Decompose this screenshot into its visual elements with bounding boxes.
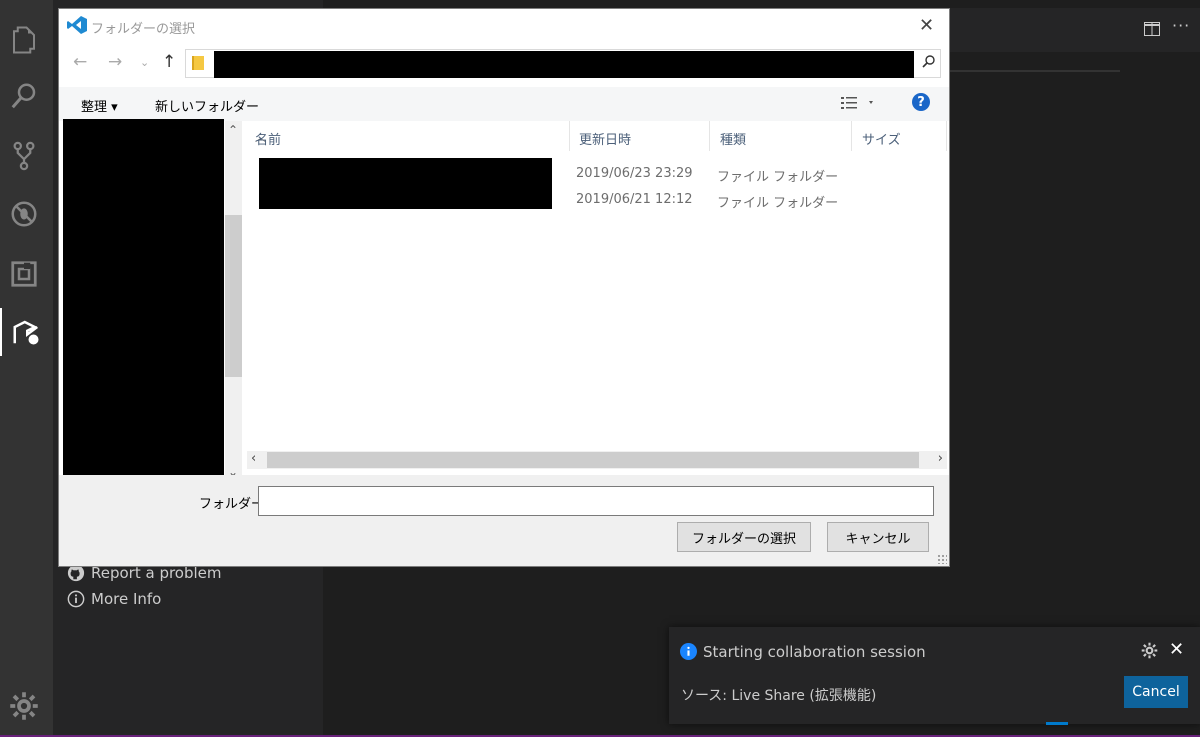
more-info-label: More Info bbox=[91, 590, 162, 608]
navigation-pane-scrollbar[interactable]: ⌃ ⌄ bbox=[225, 121, 242, 483]
row-2-modified: 2019/06/21 12:12 bbox=[576, 192, 693, 207]
scroll-right-icon[interactable]: › bbox=[938, 451, 943, 466]
select-folder-button[interactable]: フォルダーの選択 bbox=[677, 522, 811, 552]
resize-grip[interactable] bbox=[937, 554, 947, 564]
info-icon bbox=[67, 590, 85, 608]
gear-icon[interactable] bbox=[1141, 642, 1158, 659]
folder-icon bbox=[192, 56, 204, 70]
column-header-size[interactable]: サイズ bbox=[852, 121, 947, 151]
debug-icon[interactable] bbox=[0, 190, 48, 238]
cancel-button[interactable]: キャンセル bbox=[827, 522, 929, 552]
help-icon[interactable]: ? bbox=[912, 93, 930, 111]
notification-message: Starting collaboration session bbox=[703, 643, 926, 661]
row-2-type: ファイル フォルダー bbox=[717, 196, 839, 211]
recent-locations-chevron-icon[interactable]: ⌄ bbox=[140, 56, 149, 69]
notification-toast: Starting collaboration session ✕ ソース: Li… bbox=[669, 627, 1200, 724]
dialog-footer: フォルダー: フォルダーの選択 キャンセル bbox=[59, 475, 949, 566]
column-header-modified[interactable]: 更新日時 bbox=[569, 121, 710, 151]
folder-names-redacted[interactable] bbox=[259, 158, 552, 209]
search-icon[interactable] bbox=[0, 72, 48, 120]
more-actions-icon[interactable]: ··· bbox=[1172, 16, 1190, 35]
navigation-row: ← → ⌄ ↑ bbox=[59, 47, 949, 78]
manage-gear-icon[interactable] bbox=[0, 682, 48, 730]
explorer-icon[interactable] bbox=[0, 16, 48, 64]
vscode-logo-icon bbox=[67, 16, 87, 34]
notification-cancel-button[interactable]: Cancel bbox=[1124, 676, 1188, 708]
search-icon[interactable] bbox=[922, 54, 936, 68]
live-share-icon[interactable] bbox=[0, 308, 50, 356]
new-folder-button[interactable]: 新しいフォルダー bbox=[155, 96, 259, 115]
address-bar[interactable] bbox=[185, 49, 941, 78]
more-info-link[interactable]: More Info bbox=[67, 590, 161, 608]
column-header-type[interactable]: 種類 bbox=[710, 121, 852, 151]
close-icon[interactable]: ✕ bbox=[1169, 639, 1184, 660]
activity-bar bbox=[0, 0, 53, 737]
dialog-title: フォルダーの選択 bbox=[91, 22, 196, 37]
row-1-modified: 2019/06/23 23:29 bbox=[576, 166, 693, 181]
source-control-icon[interactable] bbox=[0, 132, 48, 180]
notification-source: ソース: Live Share (拡張機能) bbox=[681, 688, 877, 704]
address-path-redacted bbox=[214, 51, 914, 78]
extensions-icon[interactable] bbox=[0, 250, 48, 298]
up-arrow-icon[interactable]: ↑ bbox=[162, 52, 176, 72]
folder-name-input[interactable] bbox=[258, 486, 934, 516]
scrollbar-thumb[interactable] bbox=[267, 452, 919, 468]
back-arrow-icon[interactable]: ← bbox=[73, 52, 87, 72]
dialog-titlebar: フォルダーの選択 ✕ bbox=[59, 9, 949, 42]
editor-tab-strip bbox=[948, 8, 1200, 72]
organize-menu[interactable]: 整理 ▾ bbox=[81, 96, 118, 115]
column-header-name[interactable]: ︿ 名前 bbox=[245, 121, 570, 151]
split-editor-icon[interactable] bbox=[1144, 22, 1160, 40]
file-list: ︿ 名前 更新日時 種類 サイズ 2019/06/23 23:29 ファイル フ… bbox=[245, 121, 947, 473]
scroll-up-icon[interactable]: ⌃ bbox=[228, 123, 238, 137]
row-1-type: ファイル フォルダー bbox=[717, 170, 839, 185]
navigation-pane-redacted bbox=[63, 119, 224, 485]
view-options-icon[interactable] bbox=[841, 96, 875, 110]
command-bar: 整理 ▾ 新しいフォルダー ? bbox=[59, 87, 949, 121]
scroll-left-icon[interactable]: ‹ bbox=[251, 451, 256, 466]
folder-select-dialog: フォルダーの選択 ✕ ← → ⌄ ↑ 整理 ▾ 新しいフォルダー ? ⌃ ⌄ ︿… bbox=[58, 8, 950, 567]
close-icon[interactable]: ✕ bbox=[919, 15, 934, 36]
forward-arrow-icon[interactable]: → bbox=[108, 52, 122, 72]
scrollbar-thumb[interactable] bbox=[225, 215, 242, 377]
info-icon bbox=[680, 643, 697, 660]
file-list-horizontal-scrollbar[interactable]: ‹ › bbox=[247, 451, 947, 469]
status-indicator bbox=[1046, 722, 1068, 725]
